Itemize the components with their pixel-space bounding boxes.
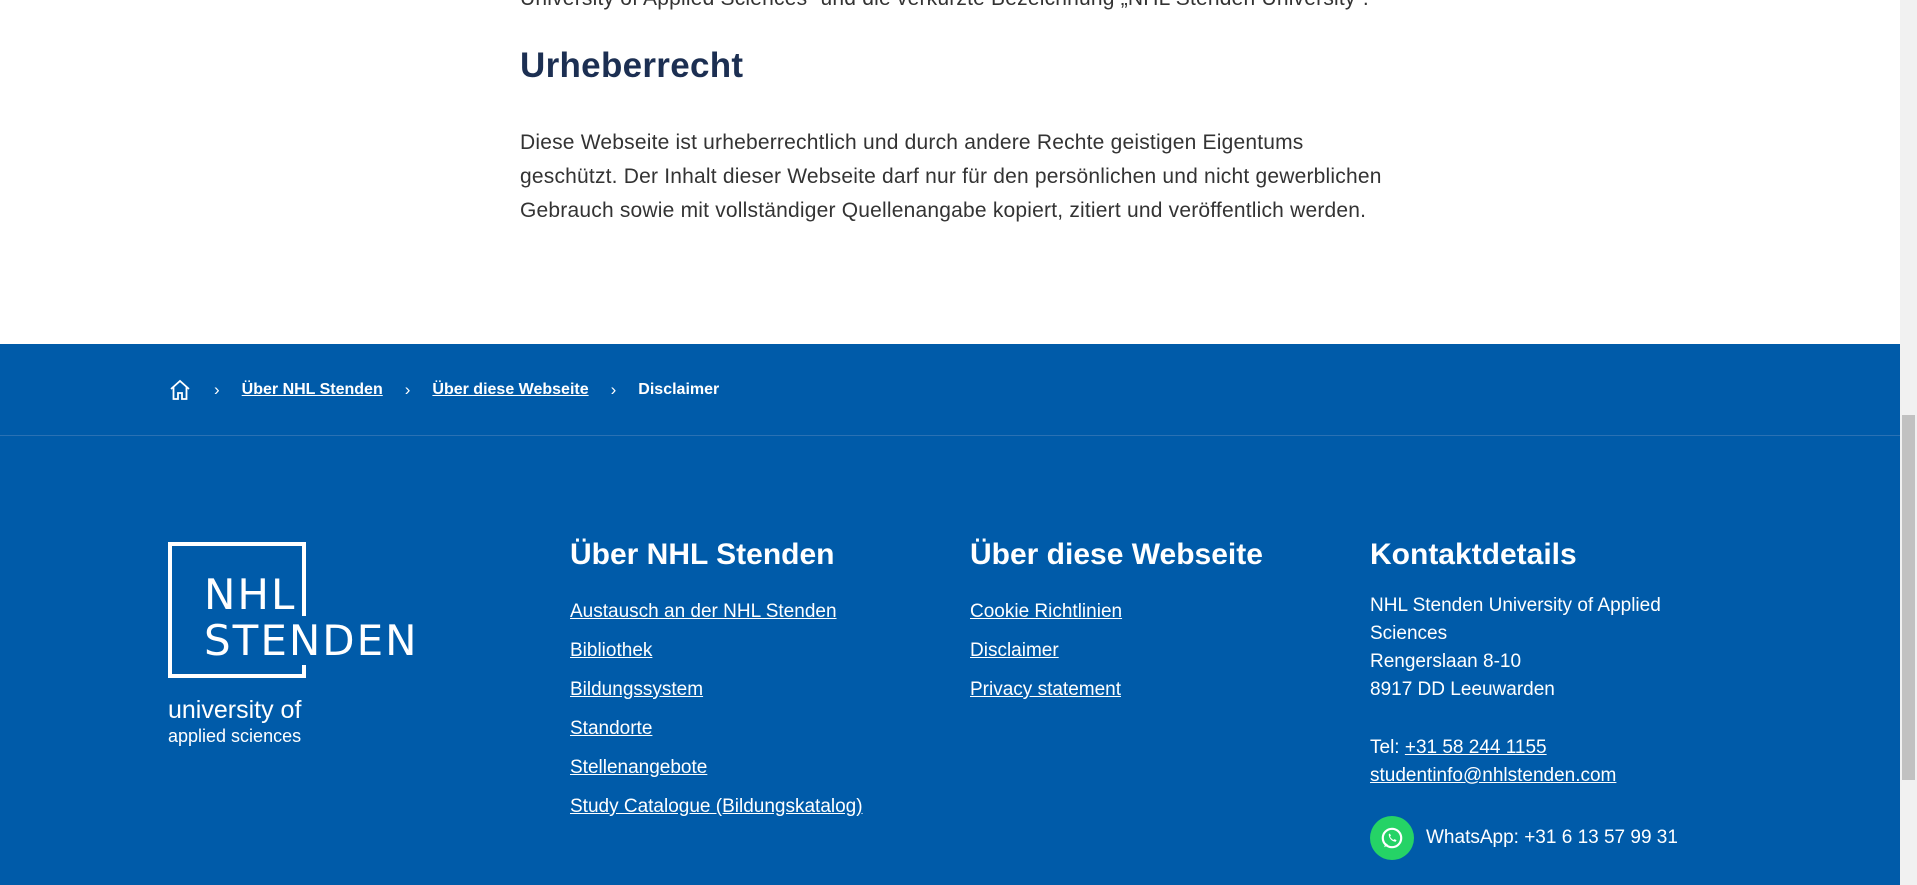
contact-tel-label: Tel: [1370,737,1405,758]
footer-link-education-system[interactable]: Bildungssystem [570,679,703,700]
footer: › Über NHL Stenden › Über diese Webseite… [0,344,1900,885]
breadcrumb-link-about[interactable]: Über NHL Stenden [242,381,383,399]
logo-subtitle-2: applied sciences [168,726,302,746]
whatsapp-contact[interactable]: WhatsApp: +31 6 13 57 99 31 [1370,816,1730,860]
footer-link-exchange[interactable]: Austausch an der NHL Stenden [570,601,837,622]
whatsapp-number: WhatsApp: +31 6 13 57 99 31 [1426,827,1678,848]
breadcrumb-separator: › [404,380,411,399]
footer-link-disclaimer[interactable]: Disclaimer [970,640,1059,661]
footer-col-title: Über NHL Stenden [570,538,835,571]
scrollbar-thumb[interactable] [1902,415,1915,780]
logo-stenden: STENDEN [204,616,419,665]
contact-name: NHL Stenden University of Applied Scienc… [1370,595,1661,644]
article-intro: University of Applied Sciences“ und die … [520,0,1390,16]
vertical-scrollbar[interactable] [1900,0,1917,885]
contact-street: Rengerslaan 8-10 [1370,651,1522,672]
breadcrumb-separator: › [214,380,220,399]
footer-link-locations[interactable]: Standorte [570,718,652,739]
breadcrumb: › Über NHL Stenden › Über diese Webseite… [0,344,1900,436]
footer-col-title: Über diese Webseite [970,538,1263,571]
footer-link-jobs[interactable]: Stellenangebote [570,757,707,778]
footer-link-privacy[interactable]: Privacy statement [970,679,1121,700]
footer-col-website: Über diese Webseite Cookie Richtlinien D… [970,538,1350,709]
footer-col-title: Kontaktdetails [1370,538,1577,571]
breadcrumb-current: Disclaimer [638,381,720,398]
contact-tel-line: Tel: +31 58 244 1155 [1370,734,1730,762]
home-icon[interactable] [168,378,192,402]
article: University of Applied Sciences“ und die … [520,0,1390,228]
footer-col-about: Über NHL Stenden Austausch an der NHL St… [570,538,950,826]
breadcrumb-separator: › [610,380,617,399]
footer-link-cookies[interactable]: Cookie Richtlinien [970,601,1122,622]
whatsapp-icon [1370,816,1414,860]
contact-phone-link[interactable]: +31 58 244 1155 [1405,737,1547,758]
page: University of Applied Sciences“ und die … [0,0,1900,885]
contact-email-line: studentinfo@nhlstenden.com [1370,762,1730,790]
section-heading: Urheberrecht [520,46,744,85]
contact-email-link[interactable]: studentinfo@nhlstenden.com [1370,765,1616,786]
article-body: Diese Webseite ist urheberrechtlich und … [520,131,1382,222]
footer-col-contact: Kontaktdetails NHL Stenden University of… [1370,538,1730,860]
contact-city: 8917 DD Leeuwarden [1370,679,1555,700]
footer-link-study-catalogue[interactable]: Study Catalogue (Bildungskatalog) [570,796,863,817]
logo-subtitle-1: university of [168,696,302,724]
breadcrumb-link-website[interactable]: Über diese Webseite [432,381,588,399]
logo-nhl: NHL [204,570,297,619]
footer-link-library[interactable]: Bibliothek [570,640,652,661]
